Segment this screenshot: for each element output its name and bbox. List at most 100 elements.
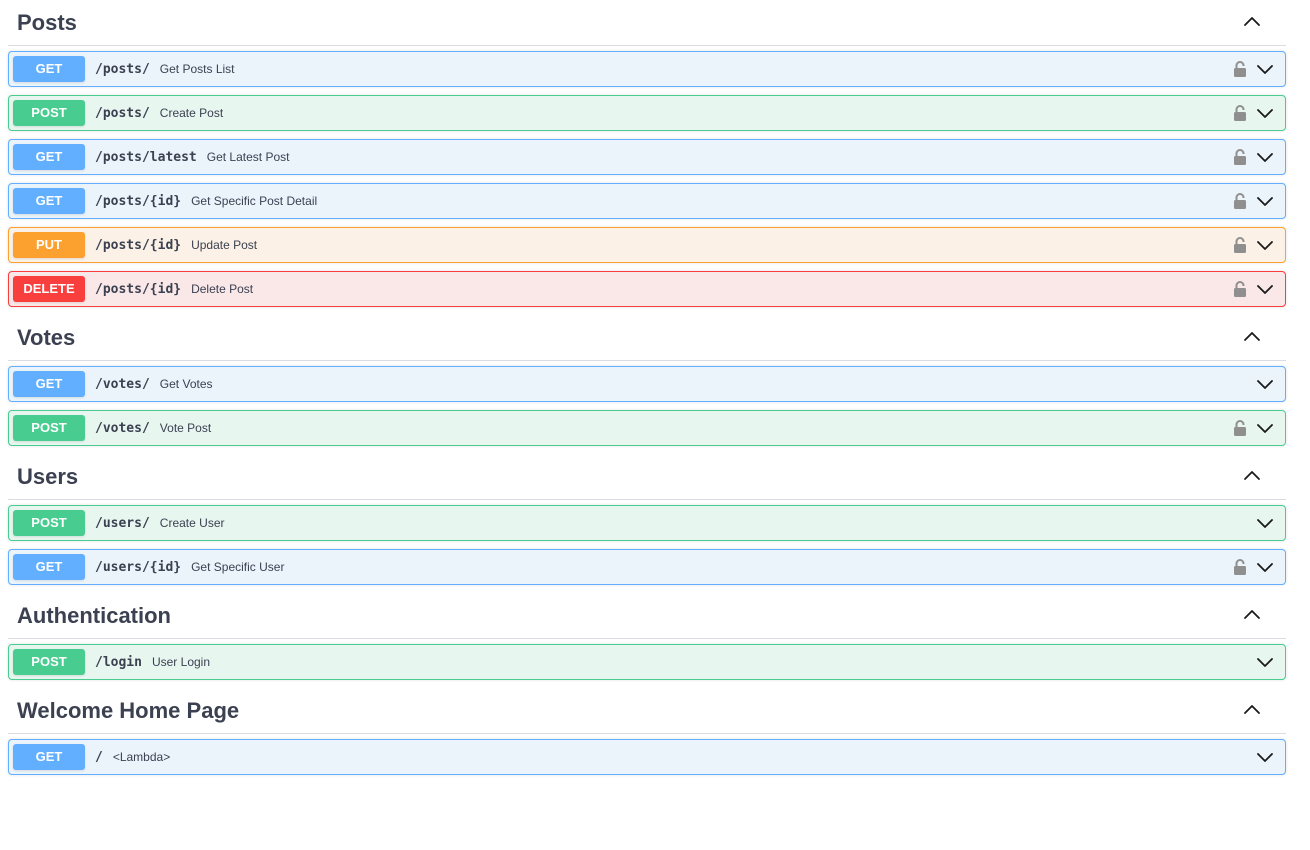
operation-path: /posts/{id} bbox=[95, 238, 182, 253]
operation-path-container: /posts/{id} Get Specific Post Detail bbox=[95, 184, 317, 218]
operation-summary: Get Votes bbox=[159, 377, 213, 391]
operation-path: / bbox=[95, 750, 103, 765]
chevron-down-icon[interactable] bbox=[1255, 513, 1275, 533]
method-badge: POST bbox=[13, 510, 85, 536]
operation-path: /posts/latest bbox=[95, 150, 197, 165]
chevron-down-icon[interactable] bbox=[1255, 652, 1275, 672]
lock-icon[interactable] bbox=[1233, 236, 1247, 254]
chevron-down-icon[interactable] bbox=[1255, 235, 1275, 255]
operation-path: /posts/ bbox=[95, 62, 150, 77]
operation-delete[interactable]: DELETE/posts/{id} Delete Post bbox=[8, 271, 1286, 307]
chevron-down-icon[interactable] bbox=[1255, 557, 1275, 577]
operation-path-container: /votes/Get Votes bbox=[95, 367, 213, 401]
operation-get[interactable]: GET/users/{id} Get Specific User bbox=[8, 549, 1286, 585]
operation-path: /posts/{id} bbox=[95, 282, 182, 297]
lock-icon[interactable] bbox=[1233, 60, 1247, 78]
operation-put[interactable]: PUT/posts/{id} Update Post bbox=[8, 227, 1286, 263]
chevron-down-icon[interactable] bbox=[1255, 374, 1275, 394]
section-header[interactable]: Welcome Home Page bbox=[8, 688, 1286, 734]
api-docs: Posts GET/posts/Get Posts List POST/posts/… bbox=[0, 0, 1310, 850]
lock-icon[interactable] bbox=[1233, 280, 1247, 298]
section-welcome-home-page: Welcome Home Page GET / <Lambda> bbox=[0, 688, 1310, 775]
method-badge: POST bbox=[13, 415, 85, 441]
method-badge: GET bbox=[13, 371, 85, 397]
lock-icon[interactable] bbox=[1233, 558, 1247, 576]
lock-icon[interactable] bbox=[1233, 192, 1247, 210]
operation-get[interactable]: GET/posts/Get Posts List bbox=[8, 51, 1286, 87]
chevron-down-icon[interactable] bbox=[1255, 103, 1275, 123]
section-header[interactable]: Posts bbox=[8, 0, 1286, 46]
section-title: Welcome Home Page bbox=[17, 698, 240, 723]
method-badge: GET bbox=[13, 56, 85, 82]
operation-path: /posts/{id} bbox=[95, 194, 182, 209]
operation-post[interactable]: POST/login User Login bbox=[8, 644, 1286, 680]
operation-path-container: /posts/Get Posts List bbox=[95, 52, 235, 86]
operation-path-container: /votes/Vote Post bbox=[95, 411, 211, 445]
section-header[interactable]: Users bbox=[8, 454, 1286, 500]
operation-path: /posts/ bbox=[95, 106, 150, 121]
operation-summary: <Lambda> bbox=[112, 750, 171, 764]
method-badge: GET bbox=[13, 554, 85, 580]
chevron-down-icon[interactable] bbox=[1255, 59, 1275, 79]
lock-icon[interactable] bbox=[1233, 419, 1247, 437]
section-title: Votes bbox=[17, 325, 76, 350]
operation-path: /users/{id} bbox=[95, 560, 182, 575]
section-authentication: Authentication POST/login User Login bbox=[0, 593, 1310, 680]
operation-path: /votes/ bbox=[95, 377, 150, 392]
chevron-down-icon[interactable] bbox=[1255, 279, 1275, 299]
operation-post[interactable]: POST/posts/Create Post bbox=[8, 95, 1286, 131]
section-header[interactable]: Votes bbox=[8, 315, 1286, 361]
operation-summary: Delete Post bbox=[191, 282, 254, 296]
chevron-up-icon[interactable] bbox=[1242, 700, 1264, 722]
section-votes: Votes GET/votes/Get Votes POST/votes/Vote … bbox=[0, 315, 1310, 446]
chevron-up-icon[interactable] bbox=[1242, 12, 1264, 34]
operation-summary: Get Specific User bbox=[191, 560, 285, 574]
operation-post[interactable]: POST/votes/Vote Post bbox=[8, 410, 1286, 446]
operation-path-container: / <Lambda> bbox=[95, 740, 170, 774]
chevron-down-icon[interactable] bbox=[1255, 191, 1275, 211]
method-badge: GET bbox=[13, 188, 85, 214]
operation-path-container: /login User Login bbox=[95, 645, 210, 679]
operation-path-container: /posts/{id} Delete Post bbox=[95, 272, 253, 306]
method-badge: GET bbox=[13, 744, 85, 770]
lock-icon[interactable] bbox=[1233, 104, 1247, 122]
operation-path-container: /posts/Create Post bbox=[95, 96, 223, 130]
chevron-up-icon[interactable] bbox=[1242, 466, 1264, 488]
operation-get[interactable]: GET/posts/latest Get Latest Post bbox=[8, 139, 1286, 175]
method-badge: PUT bbox=[13, 232, 85, 258]
operation-path-container: /posts/latest Get Latest Post bbox=[95, 140, 289, 174]
operation-path-container: /users/Create User bbox=[95, 506, 224, 540]
operation-summary: User Login bbox=[151, 655, 210, 669]
section-title: Users bbox=[17, 464, 79, 489]
operation-get[interactable]: GET/votes/Get Votes bbox=[8, 366, 1286, 402]
operation-summary: Update Post bbox=[191, 238, 258, 252]
method-badge: GET bbox=[13, 144, 85, 170]
operation-summary: Create User bbox=[159, 516, 225, 530]
method-badge: DELETE bbox=[13, 276, 85, 302]
operation-summary: Vote Post bbox=[159, 421, 212, 435]
operation-path: /users/ bbox=[95, 516, 150, 531]
operation-get[interactable]: GET/posts/{id} Get Specific Post Detail bbox=[8, 183, 1286, 219]
chevron-up-icon[interactable] bbox=[1242, 605, 1264, 627]
section-title: Posts bbox=[17, 10, 77, 35]
operation-summary: Create Post bbox=[159, 106, 224, 120]
operation-summary: Get Posts List bbox=[159, 62, 235, 76]
chevron-down-icon[interactable] bbox=[1255, 147, 1275, 167]
operation-post[interactable]: POST/users/Create User bbox=[8, 505, 1286, 541]
operation-summary: Get Latest Post bbox=[206, 150, 290, 164]
section-title: Authentication bbox=[17, 603, 171, 628]
chevron-up-icon[interactable] bbox=[1242, 327, 1264, 349]
section-header[interactable]: Authentication bbox=[8, 593, 1286, 639]
lock-icon[interactable] bbox=[1233, 148, 1247, 166]
method-badge: POST bbox=[13, 100, 85, 126]
chevron-down-icon[interactable] bbox=[1255, 418, 1275, 438]
operation-path-container: /users/{id} Get Specific User bbox=[95, 550, 284, 584]
operation-path: /votes/ bbox=[95, 421, 150, 436]
chevron-down-icon[interactable] bbox=[1255, 747, 1275, 767]
operation-summary: Get Specific Post Detail bbox=[191, 194, 318, 208]
operation-path-container: /posts/{id} Update Post bbox=[95, 228, 257, 262]
operation-path: /login bbox=[95, 655, 142, 670]
operation-get[interactable]: GET / <Lambda> bbox=[8, 739, 1286, 775]
method-badge: POST bbox=[13, 649, 85, 675]
section-users: Users POST/users/Create User GET/users/{id… bbox=[0, 454, 1310, 585]
